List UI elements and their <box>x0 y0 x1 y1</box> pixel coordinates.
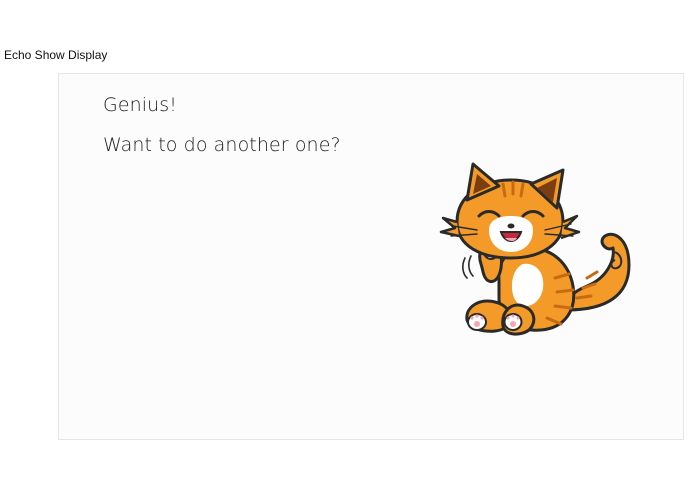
response-line-2: Want to do another one? <box>103 134 341 156</box>
echo-show-display: Genius! Want to do another one? <box>58 73 684 440</box>
response-line-1: Genius! <box>103 94 177 116</box>
page: Echo Show Display Genius! Want to do ano… <box>0 0 695 494</box>
display-title: Echo Show Display <box>4 48 108 62</box>
cat-illustration-icon <box>437 160 641 346</box>
